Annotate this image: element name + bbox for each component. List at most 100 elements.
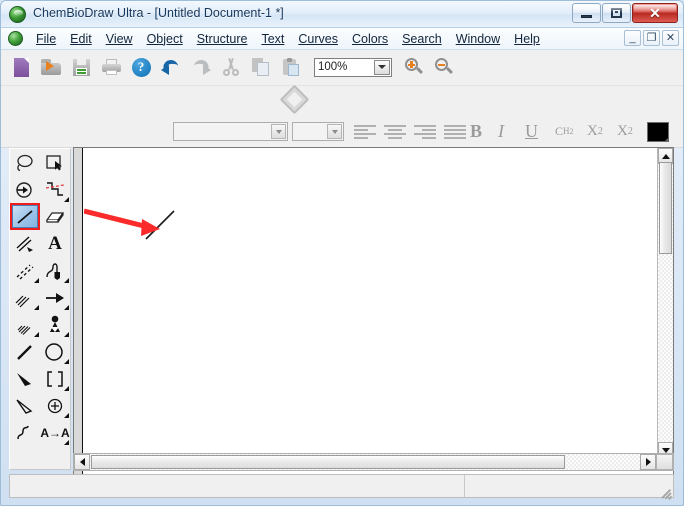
menu-label-help: Help xyxy=(514,31,540,46)
hashed-wedge-tool[interactable] xyxy=(10,311,40,338)
orbital-tool[interactable] xyxy=(40,311,70,338)
charge-tool[interactable] xyxy=(40,392,70,419)
menu-item-file[interactable]: File xyxy=(29,30,63,48)
align-center-button[interactable] xyxy=(381,123,409,141)
solid-bond-tool[interactable] xyxy=(10,203,40,230)
subscript-button[interactable]: X2 xyxy=(587,120,603,142)
align-justify-button[interactable] xyxy=(441,123,469,141)
dashed-bond-chain-tool[interactable] xyxy=(40,176,70,203)
scroll-right-button[interactable] xyxy=(640,454,656,470)
zoom-out-button[interactable] xyxy=(430,53,458,81)
bold-wedge-tool[interactable] xyxy=(10,365,40,392)
menu-item-curves[interactable]: Curves xyxy=(291,30,345,48)
font-size-combobox[interactable] xyxy=(292,122,344,141)
cut-button[interactable] xyxy=(217,53,245,81)
resize-grip-icon[interactable] xyxy=(658,482,672,500)
text-tool[interactable]: A xyxy=(40,230,70,257)
align-left-button[interactable] xyxy=(351,123,379,141)
brackets-icon xyxy=(47,370,63,387)
mdi-restore-button[interactable]: ❐ xyxy=(643,30,660,46)
palette-row: A→A xyxy=(10,419,70,446)
menu-item-colors[interactable]: Colors xyxy=(345,30,395,48)
help-button[interactable]: ? xyxy=(127,53,155,81)
zoom-out-icon xyxy=(435,58,454,76)
horizontal-scroll-thumb[interactable] xyxy=(91,455,565,469)
squiggle-bond-tool[interactable] xyxy=(10,419,40,446)
horizontal-scrollbar[interactable] xyxy=(73,453,674,471)
minimize-button[interactable] xyxy=(572,3,601,23)
marquee-select-tool[interactable] xyxy=(40,149,70,176)
bold-button[interactable]: B xyxy=(470,120,482,142)
vertical-scrollbar[interactable] xyxy=(657,148,673,458)
flyout-corner-icon xyxy=(34,305,39,310)
pen-tool[interactable] xyxy=(40,257,70,284)
mdi-minimize-button[interactable]: _ xyxy=(624,30,641,46)
vertical-scroll-thumb[interactable] xyxy=(659,162,672,254)
palette-row xyxy=(10,257,70,284)
text-color-swatch[interactable] xyxy=(647,122,669,142)
hash-bond-icon xyxy=(15,295,30,307)
new-file-icon xyxy=(13,57,29,77)
lasso-select-tool[interactable] xyxy=(10,149,40,176)
hash-bond-tool[interactable] xyxy=(10,284,40,311)
palette-row xyxy=(10,311,70,338)
italic-button[interactable]: I xyxy=(498,120,504,142)
formula-button[interactable]: CH2 xyxy=(555,120,574,142)
font-family-combobox[interactable] xyxy=(173,122,288,141)
font-dropdown-arrow[interactable] xyxy=(271,124,286,139)
solid-bond-icon xyxy=(17,209,33,224)
menu-item-view[interactable]: View xyxy=(99,30,140,48)
menu-label-colors: Colors xyxy=(351,31,389,46)
menu-label-curves: Curves xyxy=(298,31,338,46)
flyout-corner-icon xyxy=(64,413,69,418)
arrow-right-icon xyxy=(46,292,64,303)
scroll-left-button[interactable] xyxy=(74,454,90,470)
font-size-dropdown-arrow[interactable] xyxy=(327,124,342,139)
atom-replace-tool[interactable]: A→A xyxy=(40,419,70,446)
arrow-tool[interactable] xyxy=(40,284,70,311)
zoom-in-button[interactable] xyxy=(400,53,428,81)
window-controls: ✕ xyxy=(572,3,678,23)
mdi-close-button[interactable]: ✕ xyxy=(662,30,679,46)
menu-item-help[interactable]: Help xyxy=(507,30,547,48)
dashed-bond-tool[interactable] xyxy=(10,257,40,284)
eraser-tool[interactable] xyxy=(40,203,70,230)
align-right-button[interactable] xyxy=(411,123,439,141)
plain-bond-tool[interactable] xyxy=(10,338,40,365)
status-pane-right xyxy=(465,475,673,497)
zoom-level-combobox[interactable]: 100% xyxy=(314,57,392,77)
drawing-canvas[interactable] xyxy=(84,148,656,474)
menu-item-text[interactable]: Text xyxy=(254,30,291,48)
menu-item-edit[interactable]: Edit xyxy=(63,30,99,48)
close-button[interactable]: ✕ xyxy=(632,3,678,23)
plain-line-icon xyxy=(17,344,32,360)
maximize-button[interactable] xyxy=(602,3,631,23)
open-document-button[interactable] xyxy=(37,53,65,81)
flyout-corner-icon xyxy=(64,440,69,445)
paste-button[interactable] xyxy=(277,53,305,81)
palette-row xyxy=(10,338,70,365)
superscript-button[interactable]: X2 xyxy=(617,120,633,142)
ring-tool[interactable] xyxy=(40,338,70,365)
new-document-button[interactable] xyxy=(7,53,35,81)
menu-item-search[interactable]: Search xyxy=(395,30,449,48)
menu-item-window[interactable]: Window xyxy=(449,30,507,48)
copy-button[interactable] xyxy=(247,53,275,81)
undo-button[interactable] xyxy=(157,53,185,81)
structure-perspective-tool[interactable] xyxy=(10,176,40,203)
flyout-corner-icon xyxy=(34,278,39,283)
print-document-button[interactable] xyxy=(97,53,125,81)
bracket-tool[interactable] xyxy=(40,365,70,392)
zoom-dropdown-arrow[interactable] xyxy=(374,59,390,75)
underline-button[interactable]: U xyxy=(525,120,538,142)
multiple-bond-tool[interactable] xyxy=(10,230,40,257)
help-question-icon: ? xyxy=(131,57,151,77)
menu-item-structure[interactable]: Structure xyxy=(190,30,255,48)
hollow-wedge-tool[interactable] xyxy=(10,392,40,419)
save-document-button[interactable] xyxy=(67,53,95,81)
flyout-corner-icon xyxy=(64,305,69,310)
shape-toolbar xyxy=(1,86,683,117)
redo-button[interactable] xyxy=(187,53,215,81)
alignment-group xyxy=(351,123,469,141)
menu-item-object[interactable]: Object xyxy=(140,30,190,48)
